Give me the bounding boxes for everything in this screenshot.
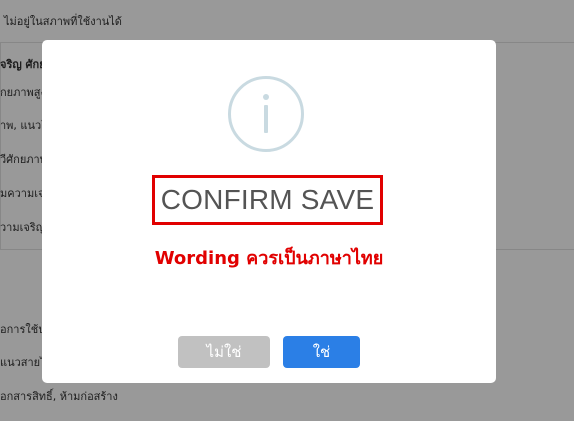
title-highlight-box: CONFIRM SAVE [152,175,383,225]
info-icon-dot [263,94,269,100]
no-button[interactable]: ไม่ใช่ [178,336,270,368]
dialog-title: CONFIRM SAVE [160,184,375,215]
info-icon-bar [264,105,268,133]
info-icon [228,76,304,152]
review-annotation: Wording ควรเป็นภาษาไทย [154,248,384,269]
yes-button[interactable]: ใช่ [283,336,360,368]
confirm-dialog: CONFIRM SAVE Wording ควรเป็นภาษาไทย ไม่ใ… [42,40,496,383]
